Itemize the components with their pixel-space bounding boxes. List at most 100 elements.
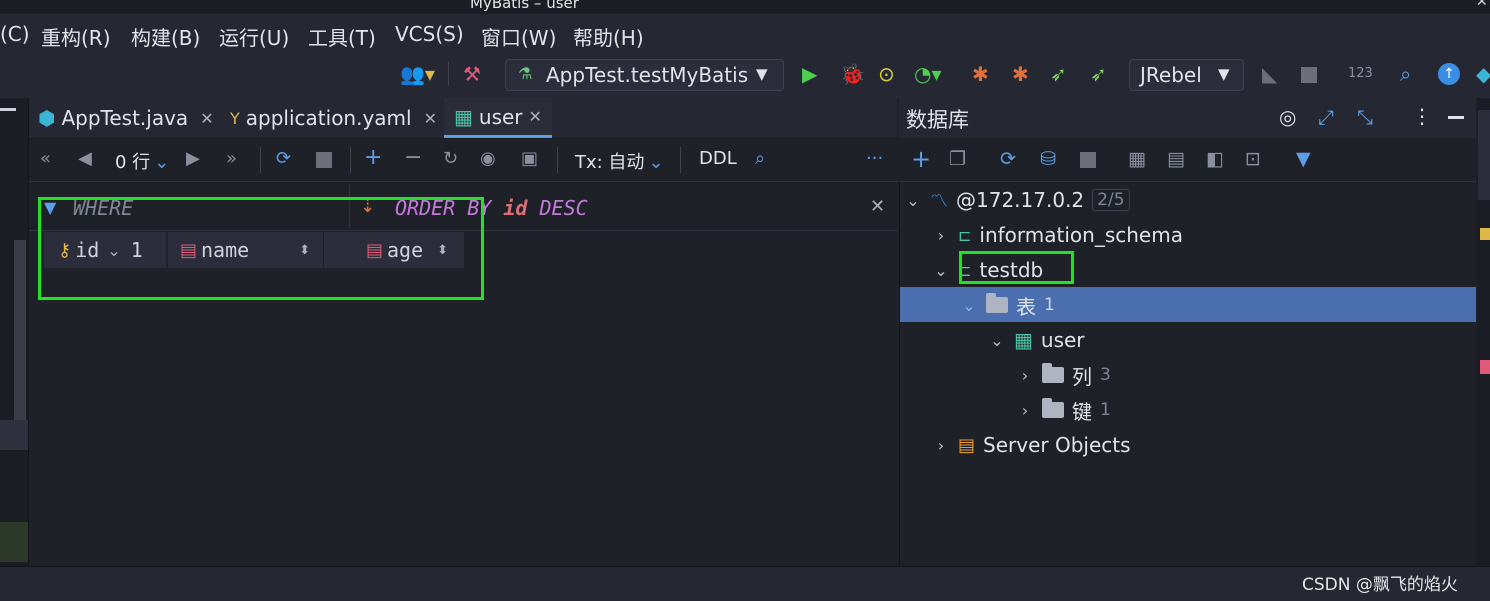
filter-icon[interactable]: ▼ bbox=[1296, 148, 1311, 170]
chevron-right-icon: › bbox=[937, 225, 945, 245]
highlight-annotation-box bbox=[959, 251, 1074, 284]
menu-code[interactable]: (C) bbox=[0, 22, 30, 46]
close-icon[interactable]: ✕ bbox=[200, 109, 213, 128]
add-row-icon[interactable]: + bbox=[364, 145, 382, 170]
jrebel-run-icon[interactable]: ✱ bbox=[972, 64, 989, 84]
menu-refactor[interactable]: 重构(R) bbox=[41, 22, 111, 51]
preview-eye-icon[interactable]: ◉ bbox=[480, 148, 496, 169]
menu-window[interactable]: 窗口(W) bbox=[481, 22, 556, 51]
java-class-icon: ⬢ bbox=[38, 106, 56, 130]
server-objects-icon: ▤ bbox=[958, 434, 976, 456]
menu-tools[interactable]: 工具(T) bbox=[308, 22, 376, 51]
run-icon[interactable]: ▶ bbox=[802, 64, 817, 84]
toolbar-divider bbox=[350, 147, 351, 173]
chevron-down-icon: ⌄ bbox=[962, 295, 976, 315]
tab-apptest-java[interactable]: ⬢ AppTest.java ✕ bbox=[38, 98, 214, 138]
database-panel-title: 数据库 bbox=[906, 108, 969, 132]
revert-icon[interactable]: ↻ bbox=[443, 148, 458, 169]
menu-run[interactable]: 运行(U) bbox=[219, 22, 289, 51]
folder-icon bbox=[986, 293, 1008, 313]
minimize-button[interactable]: ˅ bbox=[1418, 0, 1425, 10]
schema-manage-icon[interactable]: ⛁ bbox=[1040, 148, 1056, 170]
close-icon[interactable]: ✕ bbox=[870, 196, 885, 217]
prev-page-icon[interactable]: ◀ bbox=[78, 148, 92, 169]
tx-mode-select[interactable]: Tx: 自动 ⌄ bbox=[575, 148, 664, 174]
tool-tab-icon[interactable] bbox=[1480, 228, 1490, 240]
minimize-panel-icon[interactable] bbox=[0, 108, 16, 111]
table-view-icon[interactable]: ▦ bbox=[1128, 148, 1146, 170]
tree-connection[interactable]: ⌄ 〽 @172.17.0.2 2/5 bbox=[904, 183, 1130, 217]
tree-schema-information-schema[interactable]: › ⊏ information_schema bbox=[932, 218, 1183, 252]
tab-user[interactable]: ▦ user ✕ bbox=[444, 98, 552, 138]
left-scrollbar[interactable] bbox=[14, 240, 26, 448]
ddl-button[interactable]: DDL bbox=[699, 148, 737, 169]
debug-icon[interactable]: 🐞 bbox=[840, 64, 865, 84]
order-by-direction: DESC bbox=[539, 196, 588, 220]
tree-folder-columns[interactable]: › 列 3 bbox=[1016, 358, 1111, 392]
first-page-icon[interactable]: « bbox=[40, 148, 51, 169]
schema-icon: ⊏ bbox=[958, 225, 972, 245]
rocket-icon[interactable]: ➶ bbox=[1050, 64, 1067, 84]
jrebel-debug-icon[interactable]: ✱ bbox=[1012, 64, 1029, 84]
console-icon[interactable]: ⊡ bbox=[1245, 148, 1261, 170]
rocket-debug-icon[interactable]: ➶ bbox=[1090, 64, 1107, 84]
update-icon[interactable]: ↑ bbox=[1438, 63, 1460, 85]
add-icon[interactable]: + bbox=[911, 145, 931, 173]
folder-count: 1 bbox=[1044, 295, 1055, 315]
row-count-select[interactable]: 0 行 ⌄ bbox=[115, 148, 169, 174]
tree-table-user[interactable]: ⌄ ▦ user bbox=[988, 323, 1085, 357]
table-icon: ▦ bbox=[1014, 328, 1033, 352]
refresh-icon[interactable]: ⟳ bbox=[1000, 148, 1016, 170]
database-tool-tab[interactable] bbox=[1478, 110, 1490, 200]
toolbar-divider bbox=[557, 147, 558, 173]
plugin-icon[interactable]: ◆ bbox=[1476, 64, 1490, 84]
tree-folder-tables[interactable]: ⌄ 表 1 bbox=[960, 288, 1055, 322]
search-icon[interactable]: ⌕ bbox=[755, 148, 765, 169]
table-label: user bbox=[1040, 328, 1085, 352]
highlight-annotation-box bbox=[38, 197, 484, 300]
tab-application-yaml[interactable]: Y application.yaml ✕ bbox=[230, 98, 437, 138]
more-options-icon[interactable]: ··· bbox=[866, 148, 883, 169]
tab-label: application.yaml bbox=[245, 106, 412, 130]
refresh-icon[interactable]: ⟳ bbox=[276, 148, 291, 169]
copy-icon[interactable]: ❐ bbox=[949, 148, 966, 170]
run-config-select[interactable]: ⚗ AppTest.testMyBatis ▼ bbox=[505, 59, 784, 91]
expand-icon[interactable]: ⤢ bbox=[1318, 105, 1334, 129]
collapse-icon[interactable]: ⤡ bbox=[1357, 105, 1373, 129]
more-options-icon[interactable]: ⋮ bbox=[1412, 104, 1432, 128]
database-toolbar bbox=[899, 139, 1476, 182]
tree-server-objects[interactable]: › ▤ Server Objects bbox=[932, 428, 1131, 462]
target-icon[interactable]: ◎ bbox=[1279, 105, 1296, 129]
jrebel-label: JRebel bbox=[1140, 63, 1202, 87]
menu-build[interactable]: 构建(B) bbox=[131, 22, 200, 51]
close-icon[interactable]: ✕ bbox=[424, 109, 437, 128]
left-highlight-line bbox=[0, 522, 28, 562]
menu-help[interactable]: 帮助(H) bbox=[573, 22, 644, 51]
compare-icon[interactable]: ◧ bbox=[1206, 148, 1224, 170]
toolbar-divider bbox=[448, 62, 449, 86]
chevron-down-icon: ▼ bbox=[1218, 65, 1230, 83]
maximize-button[interactable]: ˄ bbox=[1448, 0, 1455, 10]
minimize-panel-icon[interactable] bbox=[1448, 116, 1464, 119]
tool-tab-icon[interactable] bbox=[1480, 360, 1490, 374]
profiler-icon[interactable]: ◔▾ bbox=[914, 64, 942, 84]
coverage-icon[interactable]: ⊙ bbox=[878, 64, 895, 84]
chevron-down-icon: ⌄ bbox=[934, 260, 948, 280]
build-hammer-icon[interactable]: ⚒ bbox=[463, 64, 481, 84]
tree-folder-keys[interactable]: › 键 1 bbox=[1016, 393, 1111, 427]
jrebel-select[interactable]: JRebel ▼ bbox=[1129, 59, 1244, 91]
menu-vcs[interactable]: VCS(S) bbox=[395, 22, 464, 46]
search-icon[interactable]: ⌕ bbox=[1400, 64, 1411, 84]
close-icon[interactable]: ✕ bbox=[529, 107, 542, 126]
last-page-icon[interactable]: » bbox=[226, 148, 237, 169]
stop-icon bbox=[316, 152, 332, 168]
users-icon[interactable]: 👥▾ bbox=[400, 64, 435, 84]
next-page-icon[interactable]: ▶ bbox=[186, 148, 200, 169]
folder-label: 列 bbox=[1072, 364, 1092, 389]
chevron-down-icon: ⌄ bbox=[648, 152, 664, 173]
mysql-icon: 〽 bbox=[930, 191, 948, 212]
new-file-icon[interactable]: ▤ bbox=[1167, 148, 1185, 170]
close-window-button[interactable]: ✕ bbox=[1476, 0, 1488, 10]
remove-row-icon[interactable]: − bbox=[404, 145, 422, 170]
submit-save-icon[interactable]: ▣ bbox=[521, 148, 538, 169]
